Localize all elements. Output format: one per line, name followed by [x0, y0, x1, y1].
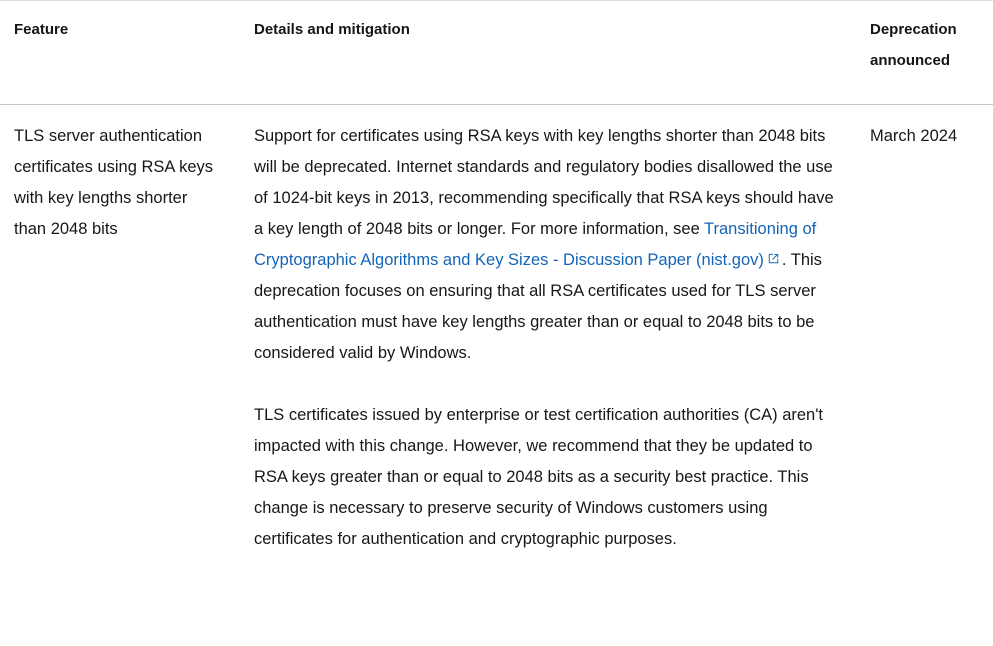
table-header: Feature Details and mitigation Deprecati…: [0, 0, 993, 105]
cell-deprecation-announced-date: March 2024: [852, 104, 993, 573]
deprecated-features-table: Feature Details and mitigation Deprecati…: [0, 0, 993, 573]
table-header-row: Feature Details and mitigation Deprecati…: [0, 0, 993, 105]
cell-details-and-mitigation: Support for certificates using RSA keys …: [234, 104, 852, 573]
column-header-deprecation-announced-line1: Deprecation: [870, 21, 957, 38]
table-body: TLS server authentication certificates u…: [0, 104, 993, 573]
column-header-details-and-mitigation: Details and mitigation: [234, 0, 852, 105]
external-link-icon: [768, 253, 779, 264]
column-header-feature: Feature: [0, 0, 234, 105]
details-paragraph-1: Support for certificates using RSA keys …: [254, 121, 840, 369]
table-row: TLS server authentication certificates u…: [0, 104, 993, 573]
column-header-deprecation-announced-line2: announced: [870, 52, 951, 69]
cell-feature-name: TLS server authentication certificates u…: [0, 104, 234, 573]
details-paragraph-2: TLS certificates issued by enterprise or…: [254, 406, 823, 548]
column-header-deprecation-announced: Deprecation announced: [852, 0, 993, 105]
